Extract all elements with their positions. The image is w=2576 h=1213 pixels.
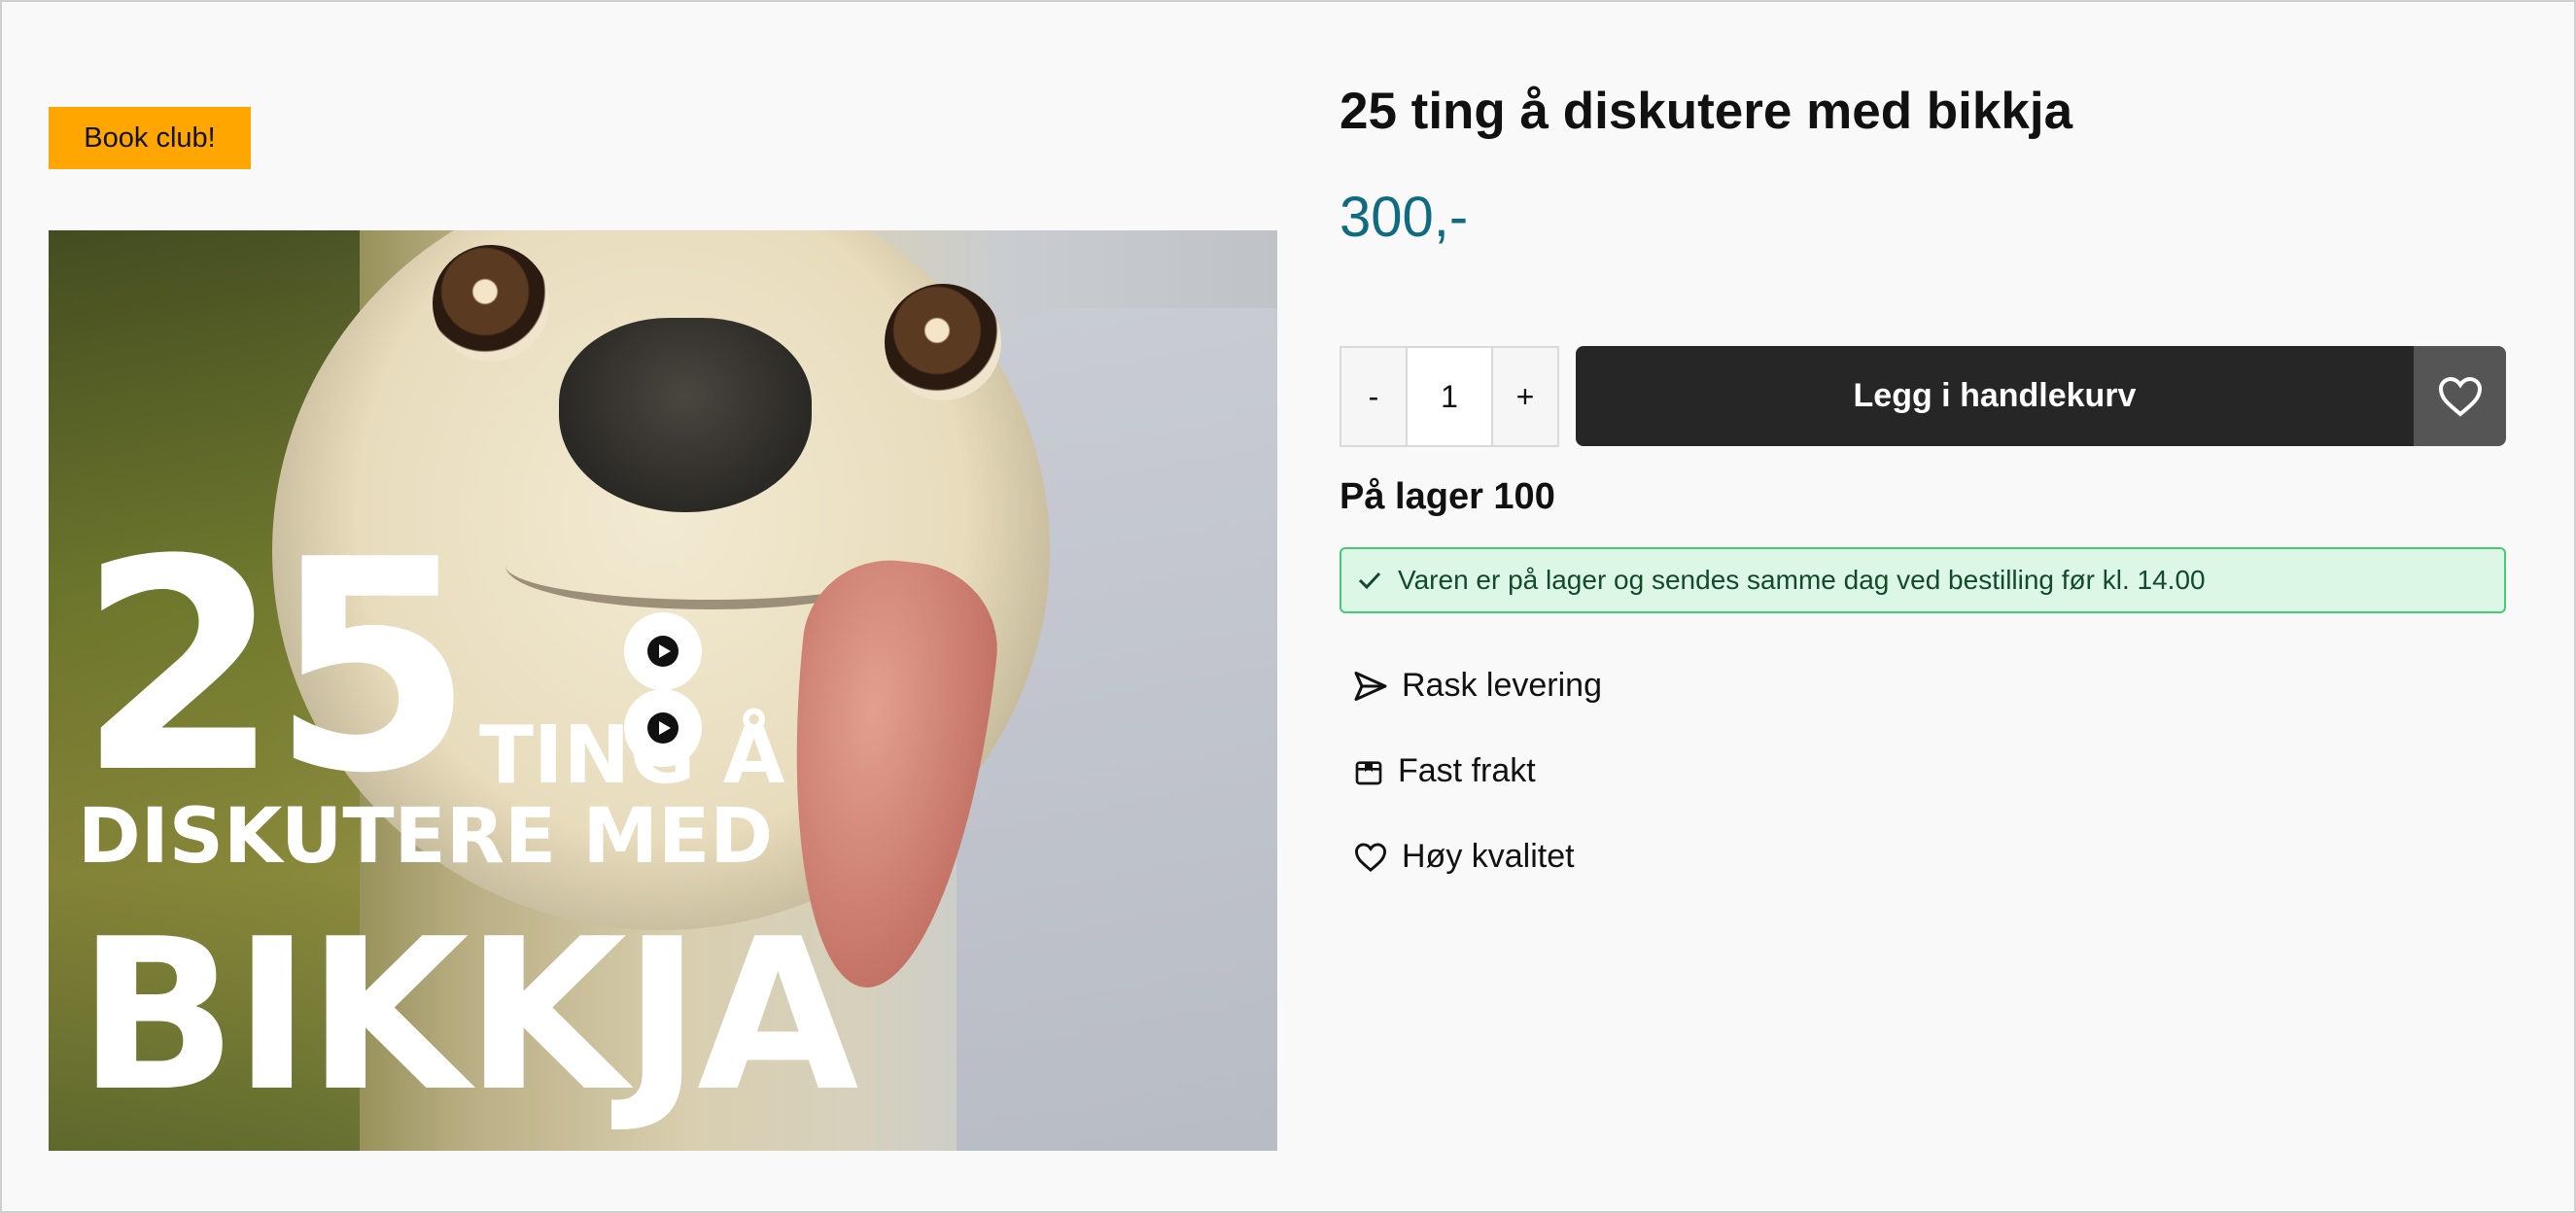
feature-high-quality: Høy kvalitet [1353,838,1575,876]
stock-notice-text: Varen er på lager og sendes samme dag ve… [1398,565,2206,595]
play-button[interactable] [624,612,702,690]
page-frame: Book club! 25 TING Å DISKUTERE MED BIKKJ… [0,0,2576,1213]
image-dog-eye-right [885,284,1001,400]
heart-icon [2438,376,2482,417]
image-dog-nose [559,318,812,512]
quantity-stepper: - 1 + [1340,346,1559,447]
feature-fixed-shipping: Fast frakt [1353,752,1536,790]
decrement-button[interactable]: - [1341,348,1406,445]
increment-button[interactable]: + [1493,348,1557,445]
feature-label: Høy kvalitet [1402,838,1575,875]
product-image[interactable]: 25 TING Å DISKUTERE MED BIKKJA [49,230,1277,1151]
cover-text-number: 25 [78,498,473,837]
wishlist-button[interactable] [2414,346,2506,446]
play-icon [647,712,679,744]
quantity-input[interactable]: 1 [1406,348,1493,445]
play-icon [647,636,679,667]
check-icon [1358,572,1381,590]
image-dog-eye-left [433,245,549,362]
feature-label: Rask levering [1402,667,1602,704]
product-price: 300,- [1340,186,1469,249]
stock-notice: Varen er på lager og sendes samme dag ve… [1340,547,2506,613]
stock-status: På lager 100 [1340,476,1555,517]
box-icon [1355,760,1382,784]
feature-label: Fast frakt [1398,752,1536,789]
cover-text-bikkja: BIKKJA [78,893,858,1137]
cover-text-diskutere: DISKUTERE MED [78,793,773,881]
book-club-badge: Book club! [49,107,251,169]
product-title: 25 ting å diskutere med bikkja [1340,83,2073,140]
send-icon [1354,671,1387,701]
feature-fast-delivery: Rask levering [1353,667,1602,705]
play-button[interactable] [624,689,702,767]
heart-icon [1354,842,1387,872]
add-to-cart-button[interactable]: Legg i handlekurv [1576,346,2414,446]
